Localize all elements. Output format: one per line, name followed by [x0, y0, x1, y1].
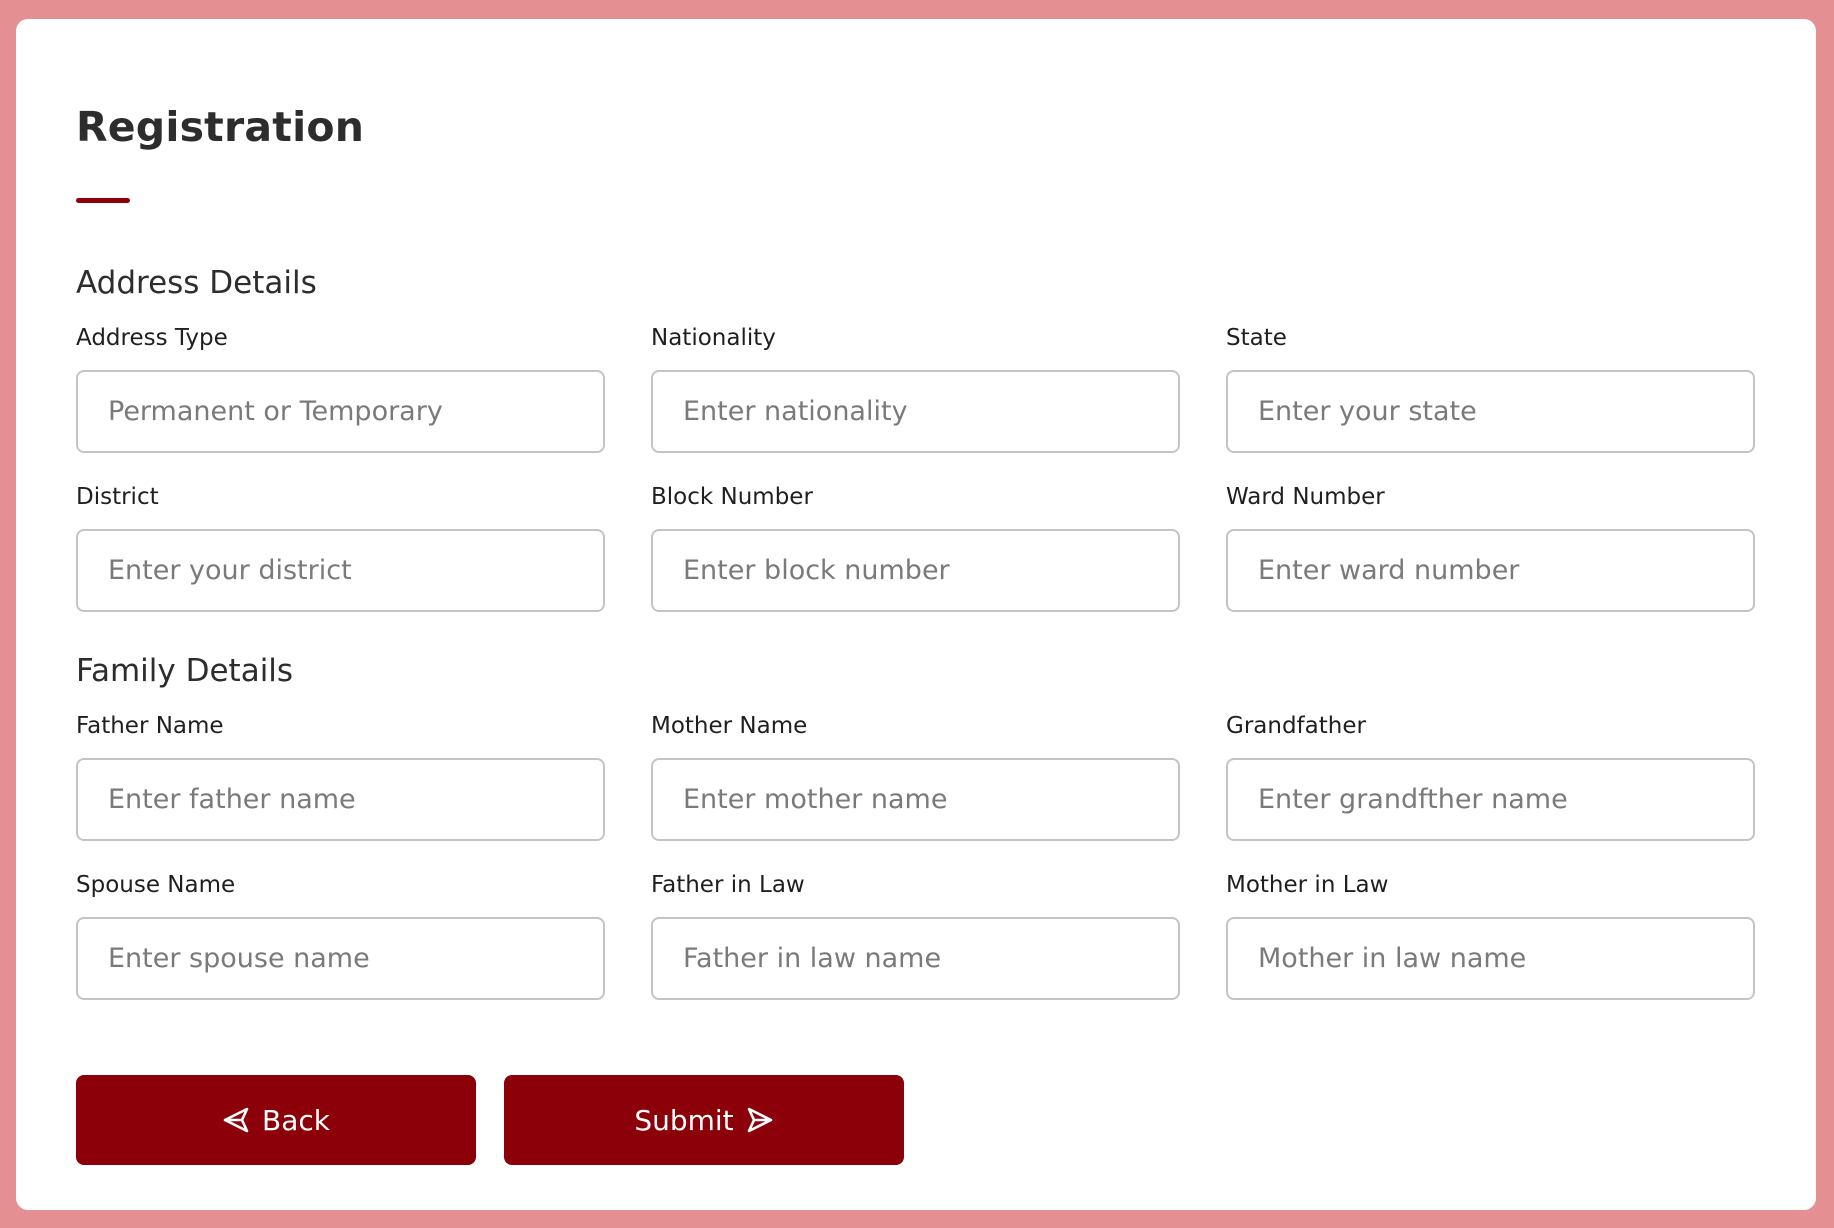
- family-fields-grid: Father Name Mother Name Grandfather Spou…: [76, 715, 1756, 1000]
- district-label: District: [76, 484, 159, 510]
- father-name-label: Father Name: [76, 713, 224, 739]
- district-input[interactable]: [76, 529, 605, 612]
- grandfather-field: Grandfather: [1226, 715, 1755, 841]
- ward-number-label: Ward Number: [1226, 484, 1385, 510]
- spouse-name-input[interactable]: [76, 917, 605, 1000]
- mother-in-law-input[interactable]: [1226, 917, 1755, 1000]
- back-button[interactable]: Back: [76, 1075, 476, 1165]
- send-right-icon: [746, 1107, 774, 1133]
- father-name-input[interactable]: [76, 758, 605, 841]
- state-field: State: [1226, 327, 1755, 453]
- ward-number-input[interactable]: [1226, 529, 1755, 612]
- father-in-law-label: Father in Law: [651, 872, 805, 898]
- page-title: Registration: [76, 103, 365, 151]
- address-type-field: Address Type: [76, 327, 605, 453]
- mother-in-law-label: Mother in Law: [1226, 872, 1389, 898]
- address-section-title: Address Details: [76, 265, 317, 301]
- spouse-name-field: Spouse Name: [76, 874, 605, 1000]
- title-underline: [76, 198, 130, 203]
- state-label: State: [1226, 325, 1287, 351]
- address-fields-grid: Address Type Nationality State District …: [76, 327, 1756, 612]
- back-button-label: Back: [262, 1103, 330, 1137]
- father-in-law-field: Father in Law: [651, 874, 1180, 1000]
- father-name-field: Father Name: [76, 715, 605, 841]
- mother-in-law-field: Mother in Law: [1226, 874, 1755, 1000]
- father-in-law-input[interactable]: [651, 917, 1180, 1000]
- address-type-label: Address Type: [76, 325, 228, 351]
- block-number-label: Block Number: [651, 484, 813, 510]
- district-field: District: [76, 486, 605, 612]
- grandfather-label: Grandfather: [1226, 713, 1366, 739]
- block-number-field: Block Number: [651, 486, 1180, 612]
- submit-button[interactable]: Submit: [504, 1075, 904, 1165]
- mother-name-label: Mother Name: [651, 713, 808, 739]
- spouse-name-label: Spouse Name: [76, 872, 236, 898]
- send-left-icon: [222, 1107, 250, 1133]
- nationality-field: Nationality: [651, 327, 1180, 453]
- mother-name-field: Mother Name: [651, 715, 1180, 841]
- submit-button-label: Submit: [634, 1103, 734, 1137]
- title-block: Registration: [76, 79, 1756, 209]
- state-input[interactable]: [1226, 370, 1755, 453]
- address-type-input[interactable]: [76, 370, 605, 453]
- ward-number-field: Ward Number: [1226, 486, 1755, 612]
- registration-card: Registration Address Details Address Typ…: [16, 19, 1816, 1210]
- block-number-input[interactable]: [651, 529, 1180, 612]
- grandfather-input[interactable]: [1226, 758, 1755, 841]
- nationality-label: Nationality: [651, 325, 776, 351]
- nationality-input[interactable]: [651, 370, 1180, 453]
- mother-name-input[interactable]: [651, 758, 1180, 841]
- family-section-title: Family Details: [76, 653, 294, 689]
- form-actions: Back Submit: [76, 1075, 1756, 1165]
